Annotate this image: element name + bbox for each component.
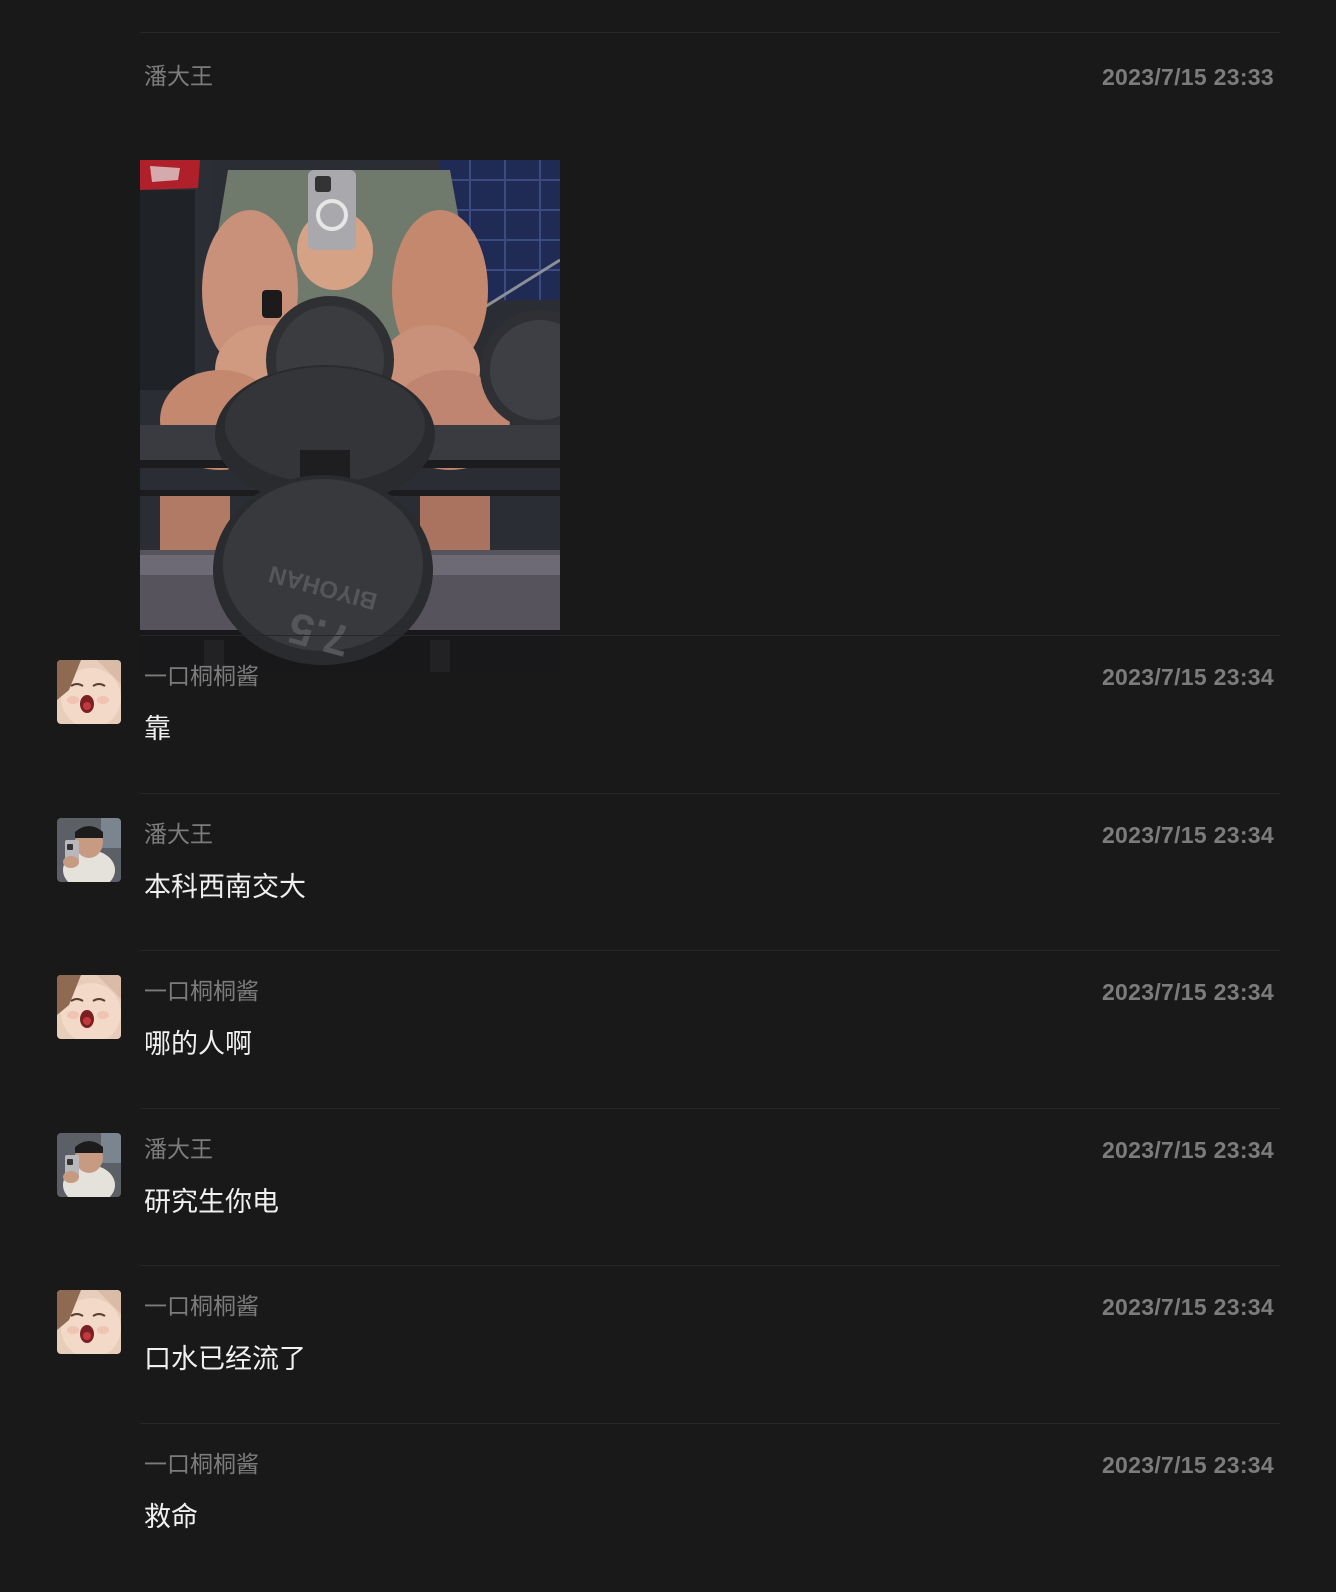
message-item[interactable]: 一口桐桐酱 2023/7/15 23:34 靠 — [0, 660, 1336, 770]
message-divider — [140, 32, 1280, 33]
sender-name: 潘大王 — [144, 64, 213, 90]
message-timestamp: 2023/7/15 23:34 — [1101, 822, 1274, 848]
message-timestamp: 2023/7/15 23:34 — [1101, 1137, 1274, 1163]
message-item[interactable]: 潘大王 2023/7/15 23:33 BIYOHAN 7.5 — [0, 60, 1336, 672]
message-timestamp: 2023/7/15 23:33 — [1101, 64, 1274, 90]
message-divider — [140, 950, 1280, 951]
message-divider — [140, 1108, 1280, 1109]
message-text[interactable]: 哪的人啊 — [144, 1027, 252, 1063]
chat-history: 潘大王 2023/7/15 23:33 BIYOHAN 7.5 一口桐桐酱 20… — [0, 0, 1336, 1592]
message-divider — [140, 1265, 1280, 1266]
baby-face-avatar[interactable] — [57, 660, 121, 724]
sender-name: 一口桐桐酱 — [144, 979, 259, 1005]
sender-name: 潘大王 — [144, 1137, 213, 1163]
message-divider — [140, 1423, 1280, 1424]
message-text[interactable]: 本科西南交大 — [144, 870, 306, 906]
message-item[interactable]: 潘大王 2023/7/15 23:34 研究生你电 — [0, 1133, 1336, 1243]
message-divider — [140, 635, 1280, 636]
message-timestamp: 2023/7/15 23:34 — [1101, 979, 1274, 1005]
message-timestamp: 2023/7/15 23:34 — [1101, 1452, 1274, 1478]
baby-face-avatar[interactable] — [57, 975, 121, 1039]
message-timestamp: 2023/7/15 23:34 — [1101, 1294, 1274, 1320]
gym-selfie-avatar[interactable] — [57, 1133, 121, 1197]
message-text[interactable]: 靠 — [144, 712, 171, 748]
gym-selfie-avatar[interactable] — [57, 818, 121, 882]
baby-face-avatar[interactable] — [57, 1290, 121, 1354]
sender-name: 一口桐桐酱 — [144, 1452, 259, 1478]
message-item[interactable]: 一口桐桐酱 2023/7/15 23:34 哪的人啊 — [0, 975, 1336, 1085]
message-timestamp: 2023/7/15 23:34 — [1101, 664, 1274, 690]
sender-name: 潘大王 — [144, 822, 213, 848]
message-item[interactable]: 一口桐桐酱 2023/7/15 23:34 口水已经流了 — [0, 1290, 1336, 1400]
sender-name: 一口桐桐酱 — [144, 1294, 259, 1320]
gym-mirror-selfie-photo[interactable]: BIYOHAN 7.5 — [140, 160, 560, 672]
message-text[interactable]: 口水已经流了 — [144, 1342, 306, 1378]
message-item[interactable]: 一口桐桐酱 2023/7/15 23:34 救命 — [0, 1448, 1336, 1558]
message-divider — [140, 793, 1280, 794]
message-item[interactable]: 潘大王 2023/7/15 23:34 本科西南交大 — [0, 818, 1336, 928]
message-text[interactable]: 救命 — [144, 1500, 198, 1536]
message-text[interactable]: 研究生你电 — [144, 1185, 279, 1221]
sender-name: 一口桐桐酱 — [144, 664, 259, 690]
